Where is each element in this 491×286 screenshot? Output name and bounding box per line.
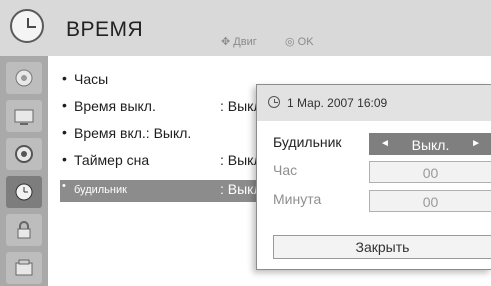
clock-icon [268,96,280,108]
hour-value: 00 [422,165,439,181]
alarm-value: Выкл. [411,137,450,153]
bullet-icon: • [62,97,67,113]
bullet-icon: • [62,70,67,86]
sidebar-item-time[interactable] [6,176,42,208]
popup-header: 1 Мар. 2007 16:09 [257,85,491,121]
menu-item-off-time[interactable]: • Время выкл. : Выкл. [60,97,266,119]
ok-hint-label: OK [297,36,314,48]
menu-item-label: Время вкл.: Выкл. [74,125,192,141]
bullet-icon: • [62,180,66,192]
bullet-icon: • [62,151,67,167]
options-icon [15,259,33,276]
menu-item-label: Часы [74,71,109,87]
alarm-label: Будильник [273,134,342,150]
alarm-selector[interactable]: ◄ Выкл. ► [369,133,491,155]
move-hint-label: Двиг [233,36,257,48]
page-title: ВРЕМЯ [66,18,144,41]
minute-value: 00 [422,194,439,210]
menu-item-label: будильник [74,184,127,196]
sidebar-item-options[interactable] [6,252,42,284]
audio-icon [15,145,33,163]
clock-icon [10,9,44,43]
lock-icon [17,221,31,239]
menu-item-label: Время выкл. [74,98,156,114]
ok-hint: ◎ OK [285,35,314,48]
menu-item-alarm[interactable]: • будильник : Выкл. [60,180,266,202]
sidebar-item-audio[interactable] [6,138,42,170]
time-settings-panel: ВРЕМЯ ✥ Двиг ◎ OK • Часы • Время выкл.:… [0,0,491,286]
ok-circle-icon: ◎ [285,36,295,48]
hour-field[interactable]: 00 [369,161,491,183]
menu-item-on-time[interactable]: • Время вкл.: Выкл. [60,124,264,146]
sidebar-item-screen[interactable] [6,100,42,132]
screen-icon [14,109,34,125]
close-button[interactable]: Закрыть [273,235,491,259]
menu-header: ВРЕМЯ ✥ Двиг ◎ OK [0,0,491,56]
current-datetime: 1 Мар. 2007 16:09 [287,96,388,110]
hour-label: Час [273,162,298,178]
minute-field[interactable]: 00 [369,190,491,212]
sidebar [0,56,48,286]
arrow-right-icon[interactable]: ► [471,134,481,154]
alarm-popup: 1 Мар. 2007 16:09 Будильник ◄ Выкл. ► Ча… [256,84,491,270]
menu-item-sleep-timer[interactable]: • Таймер сна : Выкл. [60,151,266,173]
clock-icon [15,183,33,201]
dpad-arrows-icon: ✥ [221,36,231,48]
sidebar-item-picture[interactable] [6,62,42,94]
bullet-icon: • [62,124,67,140]
menu-item-label: Таймер сна [74,152,150,168]
sidebar-item-lock[interactable] [6,214,42,246]
menu-item-clock[interactable]: • Часы [60,70,264,92]
move-hint: ✥ Двиг [221,35,257,48]
minute-label: Минута [273,191,322,207]
picture-icon [15,69,33,87]
arrow-left-icon[interactable]: ◄ [380,134,390,154]
